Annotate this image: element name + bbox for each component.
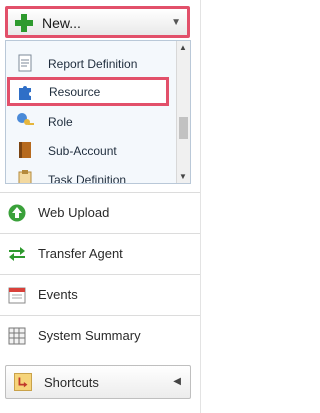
- plus-icon: [15, 14, 33, 32]
- nav-item-web-upload[interactable]: Web Upload: [0, 192, 201, 233]
- shortcuts-button[interactable]: Shortcuts ◀: [5, 365, 191, 399]
- menu-item-role[interactable]: Role: [6, 107, 176, 136]
- nav-item-system-summary[interactable]: System Summary: [0, 315, 201, 356]
- scroll-down-arrow-icon[interactable]: ▼: [179, 172, 187, 181]
- role-key-icon: [17, 113, 34, 125]
- upload-arrow-icon: [8, 204, 26, 222]
- new-menu-dropdown: Report Definition Resource Role Sub-Acco…: [5, 40, 191, 184]
- dropdown-scrollbar[interactable]: ▲ ▼: [176, 41, 190, 183]
- menu-item-sub-account[interactable]: Sub-Account: [6, 136, 176, 165]
- menu-item-label: Report Definition: [48, 56, 138, 71]
- calendar-icon: [8, 287, 26, 304]
- menu-item-report-definition[interactable]: Report Definition: [6, 49, 176, 78]
- shortcut-arrow-icon: [14, 373, 32, 391]
- shortcuts-label: Shortcuts: [44, 375, 99, 390]
- menu-item-resource[interactable]: Resource: [7, 77, 169, 106]
- grid-summary-icon: [8, 327, 26, 345]
- new-menu-button[interactable]: New... ▼: [5, 6, 190, 38]
- nav-item-label: Web Upload: [38, 205, 110, 220]
- menu-item-label: Role: [48, 114, 73, 129]
- scroll-up-arrow-icon[interactable]: ▲: [179, 43, 187, 52]
- address-book-icon: [19, 142, 31, 158]
- task-clipboard-icon: [18, 170, 32, 183]
- puzzle-piece-icon: [19, 86, 31, 100]
- left-panel: New... ▼ Report Definition Resource Role…: [0, 0, 201, 413]
- nav-item-label: Transfer Agent: [38, 246, 123, 261]
- menu-item-task-definition[interactable]: Task Definition: [6, 165, 176, 184]
- new-menu-label: New...: [42, 15, 81, 31]
- menu-item-label: Resource: [49, 84, 101, 99]
- nav-item-label: System Summary: [38, 328, 141, 343]
- nav-item-transfer-agent[interactable]: Transfer Agent: [0, 233, 201, 274]
- menu-item-label: Task Definition: [48, 172, 127, 184]
- nav-item-events[interactable]: Events: [0, 274, 201, 315]
- transfer-arrows-icon: [9, 247, 25, 261]
- chevron-down-icon: ▼: [171, 17, 181, 28]
- nav-item-label: Events: [38, 287, 78, 302]
- report-definition-icon: [18, 54, 32, 72]
- scrollbar-thumb[interactable]: [179, 117, 188, 139]
- panel-divider: [200, 0, 201, 413]
- chevron-left-icon: ◀: [173, 376, 181, 387]
- menu-item-label: Sub-Account: [48, 143, 117, 158]
